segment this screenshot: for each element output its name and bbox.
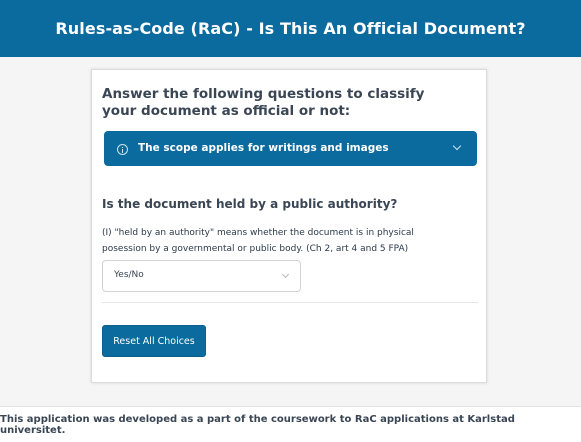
reset-all-choices-button[interactable]: Reset All Choices bbox=[102, 325, 206, 357]
page-title: Rules-as-Code (RaC) - Is This An Officia… bbox=[55, 19, 526, 38]
app-footer: This application was developed as a part… bbox=[0, 406, 581, 442]
chevron-down-icon bbox=[281, 270, 290, 279]
app-header: Rules-as-Code (RaC) - Is This An Officia… bbox=[0, 0, 581, 57]
chevron-down-icon bbox=[452, 141, 462, 151]
questionnaire-card: Answer the following questions to classi… bbox=[91, 69, 487, 383]
footer-text: This application was developed as a part… bbox=[0, 413, 515, 436]
card-title: Answer the following questions to classi… bbox=[102, 86, 425, 119]
select-value: Yes/No bbox=[114, 270, 144, 280]
question-title: Is the document held by a public authori… bbox=[102, 197, 398, 211]
scope-info-expander[interactable]: The scope applies for writings and image… bbox=[104, 131, 477, 166]
scope-info-text: The scope applies for writings and image… bbox=[138, 142, 389, 154]
info-icon bbox=[117, 144, 128, 155]
divider bbox=[102, 302, 478, 303]
public-authority-select[interactable]: Yes/No bbox=[102, 260, 301, 292]
question-hint: (I) "held by an authority" means whether… bbox=[102, 228, 414, 254]
